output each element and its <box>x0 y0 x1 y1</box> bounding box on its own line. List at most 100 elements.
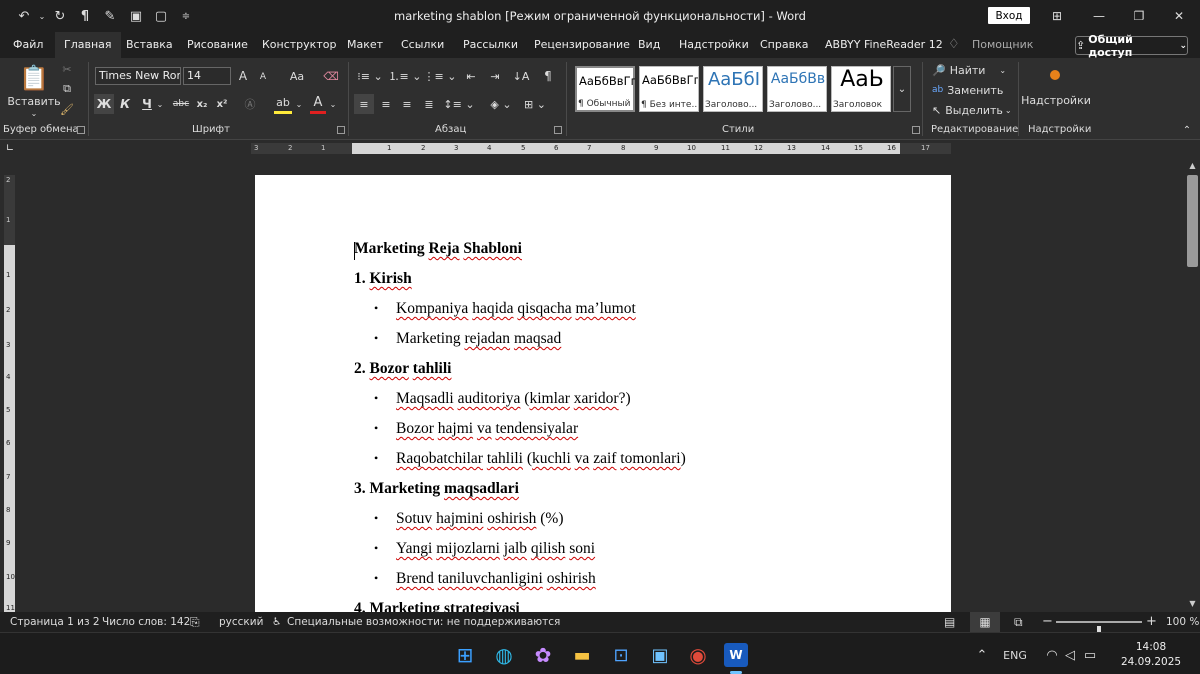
font-launcher-icon[interactable] <box>337 126 345 134</box>
section-heading[interactable]: 4. Marketing strategiyasi <box>354 600 520 612</box>
pilcrow-icon[interactable]: ¶ <box>75 6 95 26</box>
increase-indent-icon[interactable]: ⇥ <box>486 68 504 84</box>
style-heading2[interactable]: АаБбВв Заголово... <box>767 66 827 112</box>
sort-icon[interactable]: ↓A <box>512 68 530 84</box>
scroll-up-icon[interactable]: ▲ <box>1187 160 1198 171</box>
edge-icon[interactable]: ◍ <box>492 643 516 667</box>
bold-button[interactable]: Ж <box>94 94 114 114</box>
battery-icon[interactable]: ▭ <box>1078 643 1102 667</box>
decrease-indent-icon[interactable]: ⇤ <box>462 68 480 84</box>
font-color-icon[interactable]: A <box>310 94 326 114</box>
tell-me-search[interactable]: Помощник <box>972 32 1033 58</box>
undo-dropdown-icon[interactable]: ⌄ <box>32 6 52 26</box>
replace-button[interactable]: ab Заменить <box>932 82 1003 98</box>
font-color-dropdown-icon[interactable]: ⌄ <box>328 98 338 110</box>
scroll-down-icon[interactable]: ▼ <box>1187 598 1198 609</box>
select-button[interactable]: ↖ Выделить ⌄ <box>932 102 1012 118</box>
align-right-icon[interactable]: ≡ <box>398 94 416 114</box>
undo-icon[interactable]: ↶ <box>14 6 34 26</box>
format-painter-icon[interactable]: 🖌 <box>60 102 74 116</box>
tab-references[interactable]: Ссылки <box>401 32 444 58</box>
document-page[interactable]: Marketing Reja Shabloni 1. Kirish • Kompani… <box>255 175 951 612</box>
restore-icon[interactable]: ❐ <box>1124 6 1154 26</box>
web-layout-icon[interactable]: ⧉ <box>1014 612 1023 632</box>
list-item[interactable]: • Bozor hajmi va tendensiyalar <box>374 420 578 438</box>
ribbon-display-icon[interactable]: ⊞ <box>1042 6 1072 26</box>
vertical-scrollbar[interactable]: ▲ ▼ <box>1185 157 1200 612</box>
share-button[interactable]: ⇪ Общий доступ ⌄ <box>1075 33 1188 59</box>
addins-button[interactable]: Надстройки <box>1021 92 1091 108</box>
customize-icon[interactable]: ≑ <box>176 6 196 26</box>
numbering-icon[interactable]: ⒈≡ ⌄ <box>389 68 422 84</box>
new-doc-icon[interactable]: ▢ <box>151 6 171 26</box>
shrink-font-button[interactable]: A <box>256 70 270 84</box>
addins-icon[interactable] <box>1050 70 1060 80</box>
style-heading1[interactable]: АаБбІ Заголово... <box>703 66 763 112</box>
list-item[interactable]: • Yangi mijozlarni jalb qilish soni <box>374 540 595 558</box>
style-normal[interactable]: АаБбВвГг, ¶ Обычный <box>575 66 635 112</box>
page-count[interactable]: Страница 1 из 2 <box>10 612 100 632</box>
paste-dropdown-icon[interactable]: ⌄ <box>28 108 40 118</box>
tab-mailings[interactable]: Рассылки <box>463 32 518 58</box>
print-layout-icon[interactable]: ▦ <box>970 612 1000 632</box>
tab-abbyy[interactable]: ABBYY FineReader 12 <box>825 32 943 58</box>
paste-button[interactable]: Вставить <box>7 94 60 108</box>
section-heading[interactable]: 1. Kirish <box>354 270 412 288</box>
signin-button[interactable]: Вход <box>988 7 1030 24</box>
clipboard-launcher-icon[interactable] <box>77 126 85 134</box>
font-name-combo[interactable]: Times New Ror <box>95 67 181 85</box>
grow-font-button[interactable]: A <box>236 68 250 84</box>
language-indicator[interactable]: русский <box>219 612 263 632</box>
tab-insert[interactable]: Вставка <box>126 32 173 58</box>
copilot-icon[interactable]: ✿ <box>531 643 555 667</box>
show-marks-icon[interactable]: ¶ <box>540 68 556 84</box>
vertical-ruler[interactable]: 2 1 1 2 3 4 5 6 7 8 9 10 11 <box>4 175 15 612</box>
chrome-icon[interactable]: ◉ <box>686 643 710 667</box>
tab-draw[interactable]: Рисование <box>187 32 248 58</box>
scroll-thumb[interactable] <box>1187 175 1198 267</box>
file-explorer-icon[interactable]: ▬ <box>570 643 594 667</box>
tab-design[interactable]: Конструктор <box>262 32 336 58</box>
tab-addins[interactable]: Надстройки <box>679 32 749 58</box>
read-mode-icon[interactable]: ▤ <box>944 612 955 632</box>
tab-selector-icon[interactable]: ∟ <box>0 140 20 157</box>
align-center-icon[interactable]: ≡ <box>377 94 395 114</box>
windows-start-icon[interactable]: ⊞ <box>453 643 477 667</box>
style-no-spacing[interactable]: АаБбВвГг, ¶ Без инте... <box>639 66 699 112</box>
line-spacing-icon[interactable]: ↕≡ ⌄ <box>443 94 474 114</box>
copy-icon[interactable]: ⧉ <box>60 82 74 96</box>
styles-launcher-icon[interactable] <box>912 126 920 134</box>
section-heading[interactable]: 3. Marketing maqsadlari <box>354 480 519 498</box>
align-left-icon[interactable]: ≡ <box>354 94 374 114</box>
cut-icon[interactable]: ✂ <box>60 62 74 76</box>
tab-review[interactable]: Рецензирование <box>534 32 630 58</box>
tab-home[interactable]: Главная <box>55 32 121 58</box>
change-case-button[interactable]: Aa <box>282 68 312 84</box>
find-button[interactable]: 🔎 Найти ⌄ <box>932 62 1006 78</box>
text-effects-icon[interactable]: Ⓐ <box>242 94 258 114</box>
list-item[interactable]: • Brend taniluvchanligini oshirish <box>374 570 596 588</box>
highlight-dropdown-icon[interactable]: ⌄ <box>294 98 304 110</box>
accessibility-status[interactable]: Специальные возможности: не поддерживают… <box>287 612 560 632</box>
tab-view[interactable]: Вид <box>638 32 660 58</box>
underline-dropdown-icon[interactable]: ⌄ <box>155 98 165 110</box>
highlight-icon[interactable]: ab <box>274 94 292 114</box>
shading-icon[interactable]: ◈ ⌄ <box>486 94 516 114</box>
photos-icon[interactable]: ▣ <box>648 643 672 667</box>
minimize-icon[interactable]: — <box>1084 6 1114 26</box>
tab-help[interactable]: Справка <box>760 32 808 58</box>
list-item[interactable]: • Kompaniya haqida qisqacha ma’lumot <box>374 300 636 318</box>
list-item[interactable]: • Raqobatchilar tahlili (kuchli va zaif t… <box>374 450 686 468</box>
borders-icon[interactable]: ⊞ ⌄ <box>520 94 550 114</box>
strikethrough-button[interactable]: abc <box>170 94 192 114</box>
horizontal-ruler[interactable]: 3 2 1 1 2 3 4 5 6 7 8 9 10 11 12 13 14 15 16 17 <box>251 143 951 154</box>
word-icon[interactable]: W <box>724 643 748 667</box>
document-canvas[interactable]: Marketing Reja Shabloni 1. Kirish • Kompani… <box>20 157 1185 612</box>
subscript-button[interactable]: x₂ <box>194 94 210 114</box>
italic-button[interactable]: К <box>118 94 132 114</box>
clear-formatting-icon[interactable]: ⌫ <box>322 68 340 84</box>
input-language[interactable]: ENG <box>1000 643 1030 667</box>
superscript-button[interactable]: x² <box>214 94 230 114</box>
collapse-ribbon-icon[interactable]: ⌃ <box>1180 124 1194 136</box>
proofing-icon[interactable]: ⎘ <box>190 612 200 632</box>
